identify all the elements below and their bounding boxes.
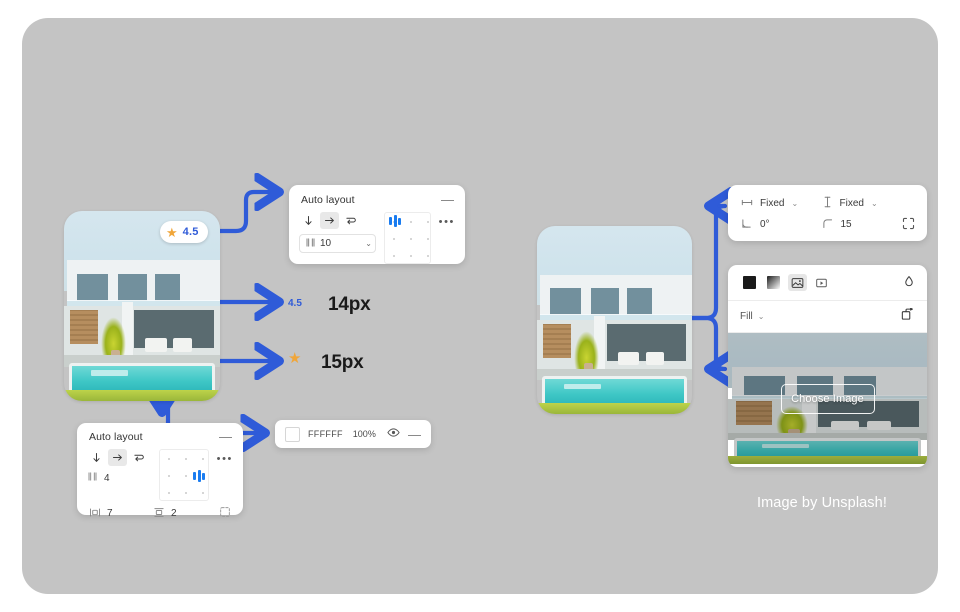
solid-swatch-icon <box>743 276 756 289</box>
size-properties-panel[interactable]: Fixed ⌄ Fixed ⌄ 0° 15 <box>728 185 927 241</box>
collapse-icon[interactable]: — <box>441 193 454 206</box>
fill-color-row[interactable]: FFFFFF 100% — <box>275 420 431 448</box>
chevron-down-icon[interactable]: ⌄ <box>791 199 798 208</box>
chevron-down-icon[interactable]: ⌄ <box>871 199 878 208</box>
eyedropper-icon[interactable] <box>903 275 915 291</box>
independent-corners-icon[interactable] <box>902 217 915 233</box>
video-icon <box>816 278 827 287</box>
arrow-down-icon[interactable] <box>299 212 318 229</box>
more-options-icon[interactable]: ••• <box>217 453 233 465</box>
arrow-right-icon[interactable] <box>320 212 339 229</box>
rotation-field[interactable]: 0° <box>741 215 822 234</box>
star-icon: ★ <box>288 350 302 367</box>
choose-image-button[interactable]: Choose Image <box>780 383 875 414</box>
height-value: Fixed <box>839 198 864 209</box>
gap-input[interactable]: 4 <box>87 471 151 485</box>
width-value: Fixed <box>760 198 785 209</box>
image-fill-tab[interactable] <box>788 274 807 291</box>
video-fill-tab[interactable] <box>812 274 831 291</box>
color-swatch[interactable] <box>285 426 300 442</box>
hex-value[interactable]: FFFFFF <box>308 429 343 439</box>
individual-padding-icon[interactable] <box>219 506 231 521</box>
solid-fill-tab[interactable] <box>740 274 759 291</box>
vertical-padding-value: 2 <box>171 508 177 519</box>
corner-radius-field[interactable]: 15 <box>822 215 903 234</box>
image-credit: Image by Unsplash! <box>757 495 887 511</box>
annotation-marker-rating: 4.5 <box>288 298 302 309</box>
gap-input[interactable]: 10 ⌄ <box>299 234 376 253</box>
arrow-down-icon[interactable] <box>87 449 106 466</box>
remove-fill-icon[interactable]: — <box>408 428 421 441</box>
gap-value: 10 <box>320 238 332 249</box>
opacity-value[interactable]: 100% <box>353 429 376 439</box>
fill-label: Fill <box>740 310 753 322</box>
panel-title: Auto layout <box>301 193 355 206</box>
vertical-padding-input[interactable]: 2 <box>153 507 217 521</box>
wrap-icon[interactable] <box>341 212 360 229</box>
eye-icon[interactable] <box>387 427 400 441</box>
corner-radius-icon <box>822 218 834 232</box>
collapse-icon[interactable]: — <box>219 430 232 443</box>
alignment-grid[interactable] <box>384 212 431 264</box>
arrow-right-icon[interactable] <box>108 449 127 466</box>
alignment-grid[interactable] <box>159 449 209 501</box>
width-icon <box>741 197 753 211</box>
annotation-label-15px: 15px <box>321 352 364 373</box>
horizontal-padding-input[interactable]: 7 <box>89 507 153 521</box>
wrap-icon[interactable] <box>129 449 148 466</box>
horizontal-padding-icon <box>89 507 101 521</box>
vertical-padding-icon <box>153 507 165 521</box>
corner-radius-value: 15 <box>840 219 852 230</box>
screenshot-canvas: ★ 4.5 Auto layout — 10 ⌄ ••• Auto layout… <box>0 0 960 612</box>
rotation-icon <box>741 218 753 232</box>
horizontal-gap-icon <box>87 471 98 485</box>
gradient-fill-tab[interactable] <box>764 274 783 291</box>
gap-value: 4 <box>104 472 110 484</box>
more-options-icon[interactable]: ••• <box>439 216 455 228</box>
house-photo <box>537 226 692 414</box>
height-icon <box>822 196 833 211</box>
auto-layout-panel-bottom[interactable]: Auto layout — 4 ••• 7 2 <box>77 423 243 519</box>
rating-value: 4.5 <box>182 226 199 238</box>
annotation-label-14px: 14px <box>328 294 371 315</box>
align-indicator-middle-right <box>193 470 205 482</box>
horizontal-gap-icon <box>305 237 316 251</box>
export-icon[interactable] <box>901 307 915 324</box>
horizontal-padding-value: 7 <box>107 508 113 519</box>
star-icon: ★ <box>166 224 178 240</box>
left-image-card[interactable]: ★ 4.5 <box>64 211 220 401</box>
auto-layout-panel-top[interactable]: Auto layout — 10 ⌄ ••• <box>289 185 465 264</box>
right-image-card[interactable] <box>537 226 692 414</box>
align-indicator-top-left <box>389 215 401 227</box>
height-field[interactable]: Fixed ⌄ <box>822 194 903 213</box>
rating-badge[interactable]: ★ 4.5 <box>160 221 208 243</box>
chevron-down-icon[interactable]: ⌄ <box>365 239 372 248</box>
rotation-value: 0° <box>760 219 770 230</box>
width-field[interactable]: Fixed ⌄ <box>741 194 822 213</box>
chevron-down-icon[interactable]: ⌄ <box>758 312 765 321</box>
image-icon <box>791 277 804 288</box>
gradient-swatch-icon <box>767 276 780 289</box>
fill-properties-panel[interactable]: Fill ⌄ Choose Image <box>728 265 927 467</box>
image-fill-preview[interactable]: Choose Image <box>728 333 927 464</box>
panel-title: Auto layout <box>89 430 143 443</box>
